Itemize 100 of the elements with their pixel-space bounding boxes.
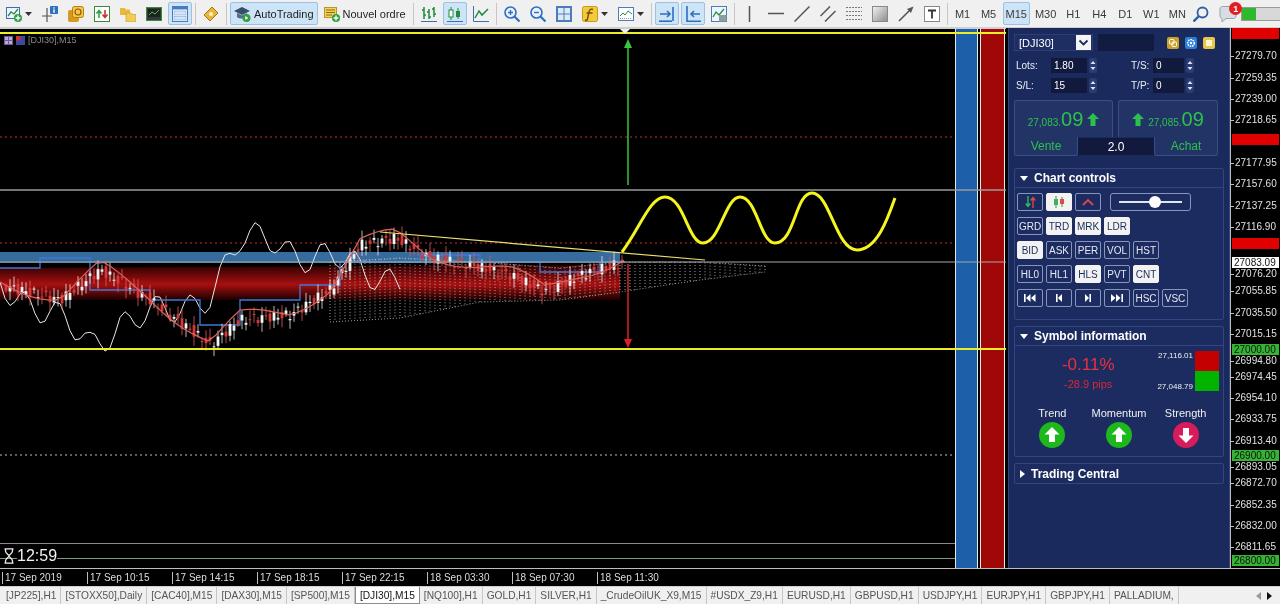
toggle-button[interactable]: HST: [1133, 241, 1159, 259]
zoom-slider[interactable]: [1110, 193, 1191, 211]
input-field[interactable]: 0: [1153, 78, 1184, 93]
arrows-window-icon: [94, 5, 110, 22]
monitor-icon: [146, 5, 162, 22]
toolbar-button[interactable]: 1: [1215, 2, 1242, 25]
window-layout-icon: [172, 5, 188, 22]
sell-label[interactable]: Vente: [1014, 137, 1078, 156]
chevron-left-icon[interactable]: [1256, 591, 1261, 600]
caret-icon: [25, 11, 32, 16]
toggle-button[interactable]: LDR: [1104, 217, 1130, 235]
input-field[interactable]: [1098, 34, 1154, 51]
chart-tab[interactable]: SILVER,H1: [536, 587, 597, 604]
timeframe-button[interactable]: H1: [1061, 2, 1086, 25]
time-label: 17 Sep 22:15: [342, 571, 427, 584]
step-back-icon: [1056, 294, 1062, 302]
timeframe-button[interactable]: MN: [1165, 2, 1190, 25]
chart-tab[interactable]: [SP500],M15: [287, 587, 355, 604]
sell-button[interactable]: 27,083.09: [1014, 100, 1113, 137]
toggle-button[interactable]: HSC: [1133, 289, 1159, 307]
chart-tab[interactable]: EURJPY,H1: [982, 587, 1047, 604]
timeframe-button[interactable]: M15: [1002, 2, 1030, 25]
timeframe-button[interactable]: H4: [1087, 2, 1112, 25]
buy-price: 27,085.09: [1148, 107, 1204, 131]
toggle-button[interactable]: VOL: [1104, 241, 1130, 259]
sell-price: 27,083.09: [1027, 107, 1084, 131]
icon-toggle-button[interactable]: [1075, 193, 1101, 211]
chart-tab[interactable]: [DAX30],M15: [217, 587, 287, 604]
section-header[interactable]: Chart controls: [1015, 169, 1223, 188]
timeframe-button[interactable]: M5: [976, 2, 1001, 25]
volume-field[interactable]: 2.0: [1078, 138, 1154, 155]
section-header[interactable]: Symbol information: [1015, 327, 1223, 346]
toggle-button[interactable]: BID: [1017, 241, 1043, 259]
spinner-icon[interactable]: [1186, 78, 1194, 93]
new-chart-icon: [6, 5, 22, 22]
icon-toggle-button[interactable]: [1046, 289, 1072, 307]
low-price: 27,048.79: [1157, 382, 1193, 391]
input-field[interactable]: 0: [1153, 58, 1184, 73]
spinner-icon[interactable]: [1089, 58, 1097, 73]
link-icon[interactable]: [1167, 36, 1179, 49]
search-icon: [1193, 5, 1210, 22]
chart-tab[interactable]: PALLADIUM,: [1109, 587, 1179, 604]
trend-line-icon: [793, 5, 810, 22]
vertical-line-icon: [748, 5, 751, 22]
timeframe-button[interactable]: M30: [1031, 2, 1060, 25]
toggle-button[interactable]: TRD: [1046, 217, 1072, 235]
icon-toggle-button[interactable]: [1017, 193, 1043, 211]
toolbar-button[interactable]: Nouvel ordre: [319, 2, 410, 25]
chevron-right-icon[interactable]: [1267, 591, 1272, 600]
chart-tab[interactable]: [CAC40],M15: [147, 587, 218, 604]
chart-tab[interactable]: _CrudeOilUK_X9,M15: [596, 587, 707, 604]
chart-tab[interactable]: EURUSD,H1: [782, 587, 851, 604]
chart-tab[interactable]: [STOXX50],Daily: [61, 587, 148, 604]
spinner-icon[interactable]: [1089, 78, 1097, 93]
icon-toggle-button[interactable]: [1017, 289, 1043, 307]
toggle-button[interactable]: MRK: [1075, 217, 1101, 235]
chart-tab[interactable]: [DJI30],M15: [354, 587, 420, 604]
skip-forward-icon: [1111, 294, 1123, 302]
timeframe-button[interactable]: M1: [950, 2, 975, 25]
window-icon: [4, 35, 13, 45]
input-field[interactable]: 15: [1051, 78, 1087, 93]
settings-icon[interactable]: [1185, 36, 1197, 49]
chart-tab[interactable]: GOLD,H1: [482, 587, 537, 604]
toggle-button[interactable]: PVT: [1104, 265, 1130, 283]
symbol-dropdown[interactable]: [DJI30]: [1014, 34, 1093, 51]
text-tool-icon: [923, 5, 940, 22]
toggle-button[interactable]: GRD: [1017, 217, 1043, 235]
toggle-button[interactable]: HLS: [1075, 265, 1101, 283]
toggle-button[interactable]: HL1: [1046, 265, 1072, 283]
price-tag: 27000.00: [1232, 343, 1279, 355]
icon-toggle-button[interactable]: [1075, 289, 1101, 307]
section-header[interactable]: Trading Central: [1015, 464, 1223, 483]
chart-tab[interactable]: [NQ100],H1: [419, 587, 483, 604]
spinner-icon[interactable]: [1186, 58, 1194, 73]
chart-tab[interactable]: [JP225],H1: [2, 587, 62, 604]
toggle-button[interactable]: HL0: [1017, 265, 1043, 283]
chart-tab[interactable]: USDJPY,H1: [918, 587, 983, 604]
slider-thumb[interactable]: [1148, 196, 1161, 208]
chart-tab[interactable]: #USDX_Z9,H1: [706, 587, 783, 604]
toolbar-button[interactable]: AutoTrading: [230, 2, 318, 25]
change-percent: -0.11%: [1061, 355, 1115, 375]
timeframe-button[interactable]: D1: [1113, 2, 1138, 25]
toggle-button[interactable]: PER: [1075, 241, 1101, 259]
signal-label: Momentum: [1091, 407, 1147, 419]
input-field[interactable]: 1.80: [1051, 58, 1087, 73]
buy-button[interactable]: 27,085.09: [1118, 100, 1218, 137]
toggle-button[interactable]: CNT: [1133, 265, 1159, 283]
toggle-button[interactable]: VSC: [1162, 289, 1188, 307]
price-tag: 26900.00: [1232, 449, 1279, 461]
chart-title: [DJI30],M15: [28, 35, 77, 45]
buy-label[interactable]: Achat: [1154, 137, 1218, 156]
time-label: 18 Sep 03:30: [427, 571, 512, 584]
price-tag: 27083.09: [1232, 256, 1279, 268]
tile-windows-icon: [555, 5, 572, 22]
chart-tab[interactable]: GBPJPY,H1: [1046, 587, 1110, 604]
square-icon[interactable]: [1203, 36, 1215, 49]
chart-tab[interactable]: GBPUSD,H1: [850, 587, 919, 604]
timeframe-button[interactable]: W1: [1139, 2, 1164, 25]
icon-toggle-button[interactable]: [1104, 289, 1130, 307]
toggle-button[interactable]: ASK: [1046, 241, 1072, 259]
